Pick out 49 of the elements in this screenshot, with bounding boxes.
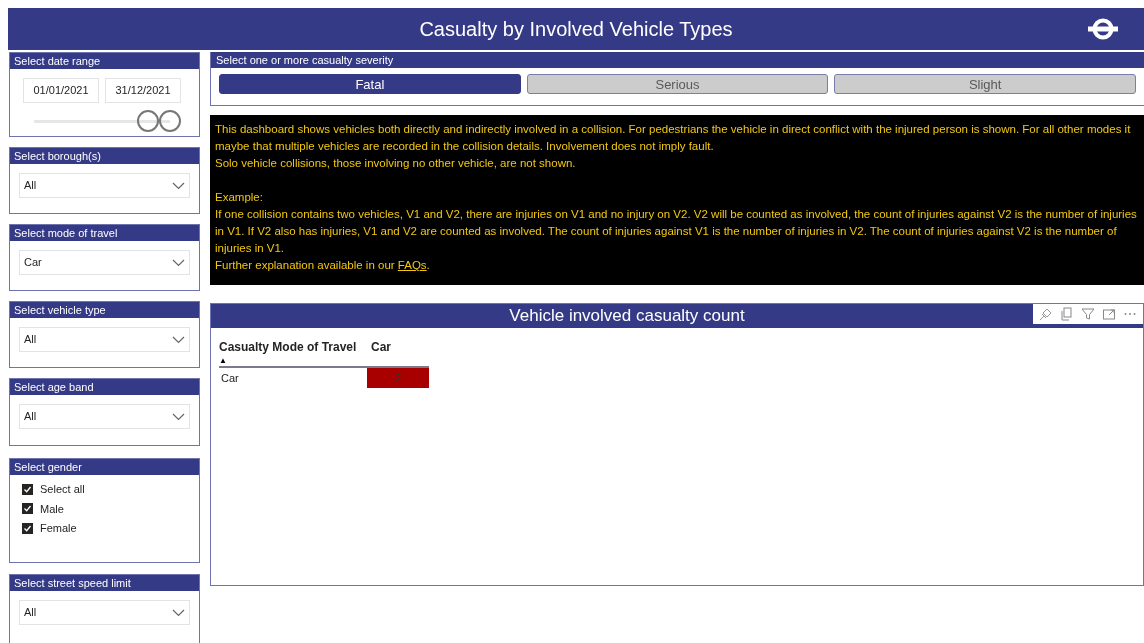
sort-ascending-icon[interactable]: ▲ xyxy=(219,356,229,366)
faq-link[interactable]: FAQs xyxy=(397,259,427,271)
dropdown-field[interactable]: All xyxy=(19,600,190,625)
dropdown-field[interactable]: All xyxy=(19,173,190,198)
slicer-title: Select age band xyxy=(10,379,199,395)
filter-icon[interactable] xyxy=(1080,307,1095,321)
start-date-field[interactable]: 01/01/2021 xyxy=(23,78,99,103)
dropdown-field[interactable]: All xyxy=(19,327,190,352)
slicer-title: Select borough(s) xyxy=(10,148,199,164)
checkbox-label[interactable]: Select all xyxy=(40,481,85,498)
visual-title: Vehicle involved casualty count xyxy=(211,304,1143,328)
chevron-down-icon xyxy=(172,412,185,421)
dashboard-title: Casualty by Involved Vehicle Types xyxy=(419,17,733,42)
dropdown-field[interactable]: All xyxy=(19,404,190,429)
value-cell: 2 xyxy=(367,368,429,388)
chevron-down-icon xyxy=(172,335,185,344)
slicer-title: Select mode of travel xyxy=(10,225,199,241)
chevron-down-icon xyxy=(172,258,185,267)
slicer-title: Select gender xyxy=(10,459,199,475)
roundel-logo-icon xyxy=(1088,18,1118,40)
severity-toggle[interactable]: Slight xyxy=(834,74,1136,94)
column-header[interactable]: Car xyxy=(371,338,391,356)
slicer-title: Select street speed limit xyxy=(10,575,199,591)
row-header-cell-text: Car xyxy=(220,370,240,386)
info-text: Further explanation available in our FAQs. xyxy=(215,258,431,273)
slicer-title: Select one or more casualty severity xyxy=(211,52,1144,68)
slicer-title: Select vehicle type xyxy=(10,302,199,318)
checkbox-label[interactable]: Male xyxy=(40,500,64,517)
checkbox[interactable] xyxy=(22,503,33,515)
info-text: This dashboard shows vehicles both directly and indirectly involved in a collision. For pedestrians the vehicle in direct conflict with the injured person is shown. For all other modes it maybe that multiple vehicles are recorded in the collision details. Involvement does not imply fault. xyxy=(215,122,1132,154)
info-text: Example: xyxy=(215,190,264,205)
info-text: Solo vehicle collisions, those involving no other vehicle, are not shown. xyxy=(215,156,577,171)
column-header[interactable]: Casualty Mode of Travel xyxy=(219,338,369,356)
end-date-field[interactable]: 31/12/2021 xyxy=(105,78,181,103)
copy-icon[interactable] xyxy=(1059,307,1074,321)
info-text: If one collision contains two vehicles, V1 and V2, there are injuries on V1 and no injury on V2. V2 will be counted as involved, the count of injuries against V2 is the number of injuries in V1. If V2 also has injuries, V1 and V2 are counted as involved. The count of injuries against V1 is the number of injuries in V2. The count of injuries against V2 is the number of injuries in V1. xyxy=(215,207,1138,256)
severity-toggle[interactable]: Fatal xyxy=(219,74,521,94)
checkbox[interactable] xyxy=(22,522,33,534)
focus-mode-icon[interactable] xyxy=(1102,307,1117,321)
chevron-down-icon xyxy=(172,181,185,190)
slider-handle[interactable] xyxy=(159,110,181,132)
pin-icon[interactable] xyxy=(1038,307,1053,321)
slicer-title: Select date range xyxy=(10,53,199,69)
slider-handle[interactable] xyxy=(137,110,159,132)
dropdown-field[interactable]: Car xyxy=(19,250,190,275)
checkbox-label[interactable]: Female xyxy=(40,520,77,537)
severity-toggle[interactable]: Serious xyxy=(526,74,829,94)
checkbox[interactable] xyxy=(22,483,33,495)
chevron-down-icon xyxy=(172,608,185,617)
